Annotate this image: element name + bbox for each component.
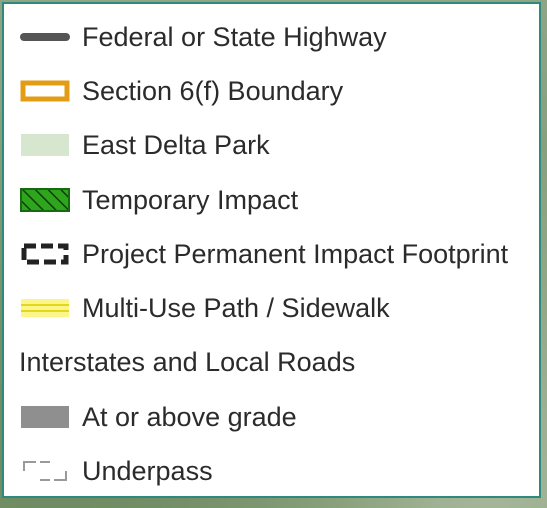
legend-label: Multi-Use Path / Sidewalk [82,293,390,323]
legend-section-heading: Interstates and Local Roads [19,347,356,377]
boundary-outline-icon [20,71,70,111]
gray-fill-icon [20,397,70,437]
dashed-box-icon [20,234,70,274]
park-fill-icon [20,125,70,165]
double-line-icon [20,288,70,328]
dashed-corner-icon [20,451,70,491]
legend-label: Underpass [82,456,213,486]
highway-line-icon [20,17,70,57]
legend-label: Temporary Impact [82,185,299,215]
legend-label: Federal or State Highway [82,22,387,52]
map-legend: Federal or State Highway Section 6(f) Bo… [2,2,541,498]
legend-label: At or above grade [82,402,297,432]
hatched-fill-icon [20,180,70,220]
legend-label: Project Permanent Impact Footprint [82,239,509,269]
legend-label: East Delta Park [82,130,270,160]
map-background: Federal or State Highway Section 6(f) Bo… [0,0,547,508]
legend-label: Section 6(f) Boundary [82,76,344,106]
